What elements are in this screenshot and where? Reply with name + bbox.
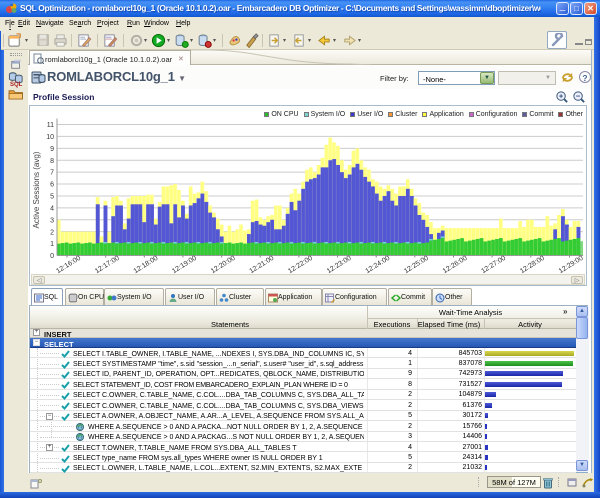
svg-text:12:23:00: 12:23:00 xyxy=(326,255,353,275)
svg-text:12:27:00: 12:27:00 xyxy=(480,255,507,275)
svg-text:0: 0 xyxy=(50,253,54,260)
svg-text:12:28:00: 12:28:00 xyxy=(519,255,546,275)
svg-text:12:18:00: 12:18:00 xyxy=(133,255,160,275)
svg-text:Active Sessions (avg): Active Sessions (avg) xyxy=(32,151,41,228)
svg-text:6: 6 xyxy=(50,182,54,189)
svg-text:12:19:00: 12:19:00 xyxy=(171,255,198,275)
svg-text:12:22:00: 12:22:00 xyxy=(287,255,314,275)
svg-text:11: 11 xyxy=(47,122,54,129)
svg-text:5: 5 xyxy=(50,194,54,201)
svg-text:3: 3 xyxy=(50,217,54,224)
svg-text:4: 4 xyxy=(50,205,54,212)
svg-text:10: 10 xyxy=(46,134,54,141)
svg-text:12:26:00: 12:26:00 xyxy=(442,255,469,275)
svg-text:8: 8 xyxy=(50,158,54,165)
svg-text:12:17:00: 12:17:00 xyxy=(94,255,121,275)
svg-text:12:16:00: 12:16:00 xyxy=(55,255,82,275)
svg-text:9: 9 xyxy=(50,146,54,153)
svg-text:12:21:00: 12:21:00 xyxy=(248,255,275,275)
svg-text:12:20:00: 12:20:00 xyxy=(210,255,237,275)
svg-text:1: 1 xyxy=(50,241,54,248)
svg-text:2: 2 xyxy=(50,229,54,236)
svg-text:7: 7 xyxy=(50,170,54,177)
svg-text:12:25:00: 12:25:00 xyxy=(403,255,430,275)
svg-text:12:24:00: 12:24:00 xyxy=(364,255,391,275)
svg-text:12:29:00: 12:29:00 xyxy=(558,255,585,275)
